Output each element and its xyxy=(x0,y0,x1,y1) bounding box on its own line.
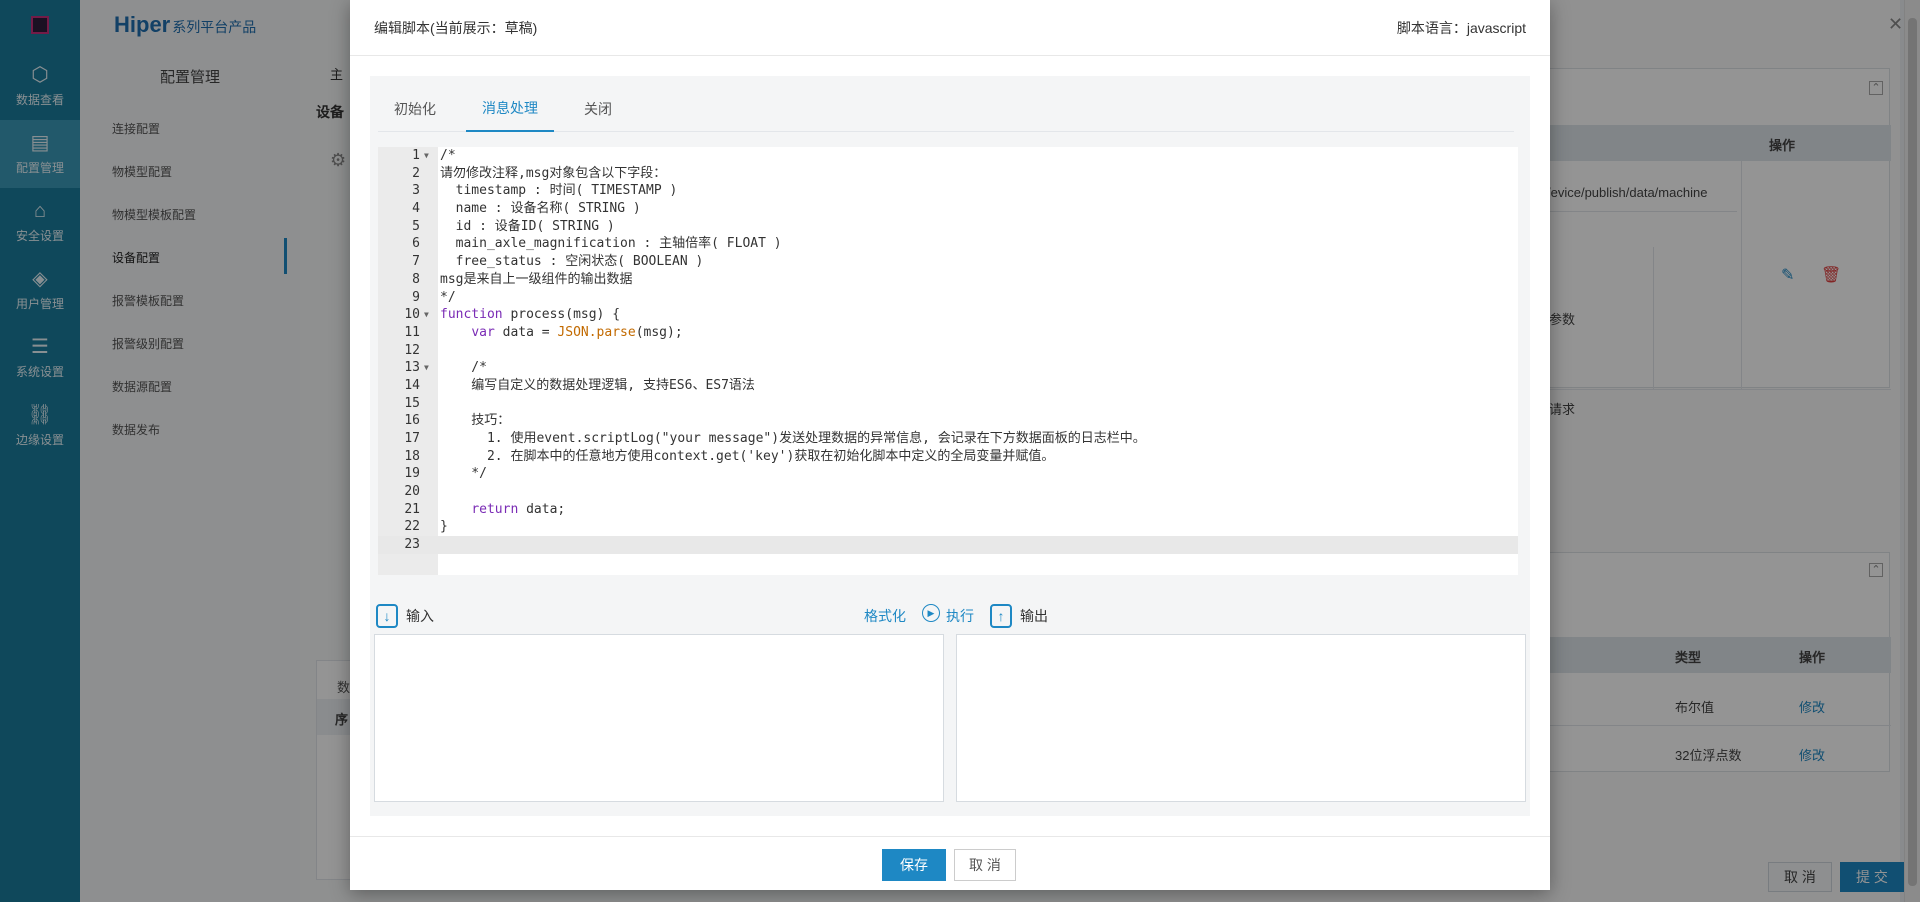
line-number: 10 xyxy=(404,307,420,323)
code-text: name : 设备名称( STRING ) xyxy=(440,201,641,217)
code-line: 1 ▼ /* xyxy=(378,147,1518,165)
code-line: 13 ▼ /* xyxy=(378,359,1518,377)
upload-icon: ↑ xyxy=(990,604,1012,628)
input-label: 输入 xyxy=(406,608,434,624)
code-text: } xyxy=(440,519,448,535)
cancel-button[interactable]: 取 消 xyxy=(954,849,1016,881)
code-line: 15 xyxy=(378,395,1518,413)
code-text: /* xyxy=(440,148,456,163)
code-line: 12 xyxy=(378,342,1518,360)
code-line: 10 ▼ function process(msg) { xyxy=(378,306,1518,324)
line-number: 21 xyxy=(404,501,420,517)
line-number: 19 xyxy=(404,466,420,482)
code-line: 7 free_status : 空闲状态( BOOLEAN ) xyxy=(378,253,1518,271)
format-button[interactable]: 格式化 xyxy=(864,606,906,626)
line-number: 7 xyxy=(412,254,420,270)
line-number: 3 xyxy=(412,183,420,199)
tab-close[interactable]: 关闭 xyxy=(568,86,628,132)
line-number: 5 xyxy=(412,218,420,234)
code-line: 22} xyxy=(378,518,1518,536)
script-language: 脚本语言：javascript xyxy=(1396,19,1526,36)
code-text: function process(msg) { xyxy=(440,307,621,323)
line-number: 4 xyxy=(412,201,420,217)
dialog-body: 初始化 消息处理 关闭 1 ▼/* 2 请勿修改注释,msg对象包含以下字段： 3 ti… xyxy=(370,76,1530,816)
line-number: 11 xyxy=(404,324,420,340)
code-text: free_status : 空闲状态( BOOLEAN ) xyxy=(440,254,704,270)
code-line: 21 return data; xyxy=(378,501,1518,519)
code-line: 6 main_axle_magnification : 主轴倍率( FLOAT … xyxy=(378,235,1518,253)
dialog-header: 编辑脚本(当前展示：草稿) 脚本语言：javascript xyxy=(350,0,1550,56)
line-number: 13 xyxy=(404,360,420,376)
code-line: 14 编写自定义的数据处理逻辑, 支持ES6、ES7语法 xyxy=(378,377,1518,395)
code-line: 16 技巧： xyxy=(378,412,1518,430)
code-text: */ xyxy=(440,289,456,305)
run-button[interactable]: 执行 xyxy=(946,606,974,626)
code-line: 3 timestamp : 时间( TIMESTAMP ) xyxy=(378,182,1518,200)
dialog-title: 编辑脚本(当前展示：草稿) xyxy=(374,19,538,36)
code-line: 5 id : 设备ID( STRING ) xyxy=(378,218,1518,236)
code-editor[interactable]: 1 ▼/* 2 请勿修改注释,msg对象包含以下字段： 3 timestamp : 时间… xyxy=(378,147,1518,575)
code-text: id : 设备ID( STRING ) xyxy=(440,218,615,234)
code-line: 4 name : 设备名称( STRING ) xyxy=(378,200,1518,218)
code-line: 19 */ xyxy=(378,465,1518,483)
code-text: timestamp : 时间( TIMESTAMP ) xyxy=(440,183,678,199)
io-toolbar: ↓ 输入 格式化 ▶ 执行 ↑ 输出 xyxy=(370,590,1530,638)
output-label: 输出 xyxy=(1020,608,1048,624)
line-number: 16 xyxy=(404,413,420,429)
line-number: 2 xyxy=(412,165,420,181)
code-text: 技巧： xyxy=(440,413,511,429)
code-line: 8 msg是来自上一级组件的输出数据 xyxy=(378,271,1518,289)
input-header: ↓ 输入 xyxy=(376,604,434,628)
line-number: 6 xyxy=(412,236,420,252)
code-text: /* xyxy=(440,360,487,376)
line-number: 20 xyxy=(404,484,420,500)
script-tabs: 初始化 消息处理 关闭 xyxy=(378,86,1514,132)
line-number: 22 xyxy=(404,519,420,535)
code-text: 1. 使用event.scriptLog("your message")发送处理… xyxy=(440,431,1146,446)
tab-message-processing[interactable]: 消息处理 xyxy=(466,86,554,132)
dialog-footer: 保存 取 消 xyxy=(350,836,1550,890)
code-text: main_axle_magnification : 主轴倍率( FLOAT ) xyxy=(440,236,782,252)
line-number: 18 xyxy=(404,448,420,464)
line-number: 23 xyxy=(404,537,420,553)
code-line: 2 请勿修改注释,msg对象包含以下字段： xyxy=(378,165,1518,183)
line-number: 15 xyxy=(404,395,420,411)
download-icon: ↓ xyxy=(376,604,398,628)
code-line: 11 var data = JSON.parse(msg); xyxy=(378,324,1518,342)
edit-script-dialog: 编辑脚本(当前展示：草稿) 脚本语言：javascript 初始化 消息处理 关… xyxy=(350,0,1550,890)
fold-icon[interactable]: ▼ xyxy=(424,306,429,324)
play-icon[interactable]: ▶ xyxy=(922,604,940,622)
fold-icon[interactable]: ▼ xyxy=(424,147,429,165)
code-text: 2. 在脚本中的任意地方使用context.get('key')获取在初始化脚本… xyxy=(440,448,1055,464)
line-number: 14 xyxy=(404,377,420,393)
line-number: 12 xyxy=(404,342,420,358)
output-textarea[interactable] xyxy=(956,634,1526,802)
code-line: 18 2. 在脚本中的任意地方使用context.get('key')获取在初始… xyxy=(378,448,1518,466)
code-line: 9 */ xyxy=(378,289,1518,307)
code-text: msg是来自上一级组件的输出数据 xyxy=(440,271,633,287)
fold-icon[interactable]: ▼ xyxy=(424,359,429,377)
output-header: ↑ 输出 xyxy=(990,604,1048,628)
line-number: 9 xyxy=(412,289,420,305)
line-number: 8 xyxy=(412,271,420,287)
code-text: */ xyxy=(440,466,487,482)
tab-init[interactable]: 初始化 xyxy=(378,86,452,132)
code-text: 请勿修改注释,msg对象包含以下字段： xyxy=(440,165,667,181)
code-text: var data = JSON.parse(msg); xyxy=(471,324,683,340)
code-text: return data; xyxy=(471,501,566,517)
code-line: 23 xyxy=(378,536,1518,554)
code-text: 编写自定义的数据处理逻辑, 支持ES6、ES7语法 xyxy=(440,377,755,393)
input-textarea[interactable] xyxy=(374,634,944,802)
line-number: 17 xyxy=(404,431,420,446)
line-number: 1 xyxy=(412,148,420,163)
code-line: 17 1. 使用event.scriptLog("your message")发… xyxy=(378,430,1518,448)
save-button[interactable]: 保存 xyxy=(882,849,946,881)
code-line: 20 xyxy=(378,483,1518,501)
